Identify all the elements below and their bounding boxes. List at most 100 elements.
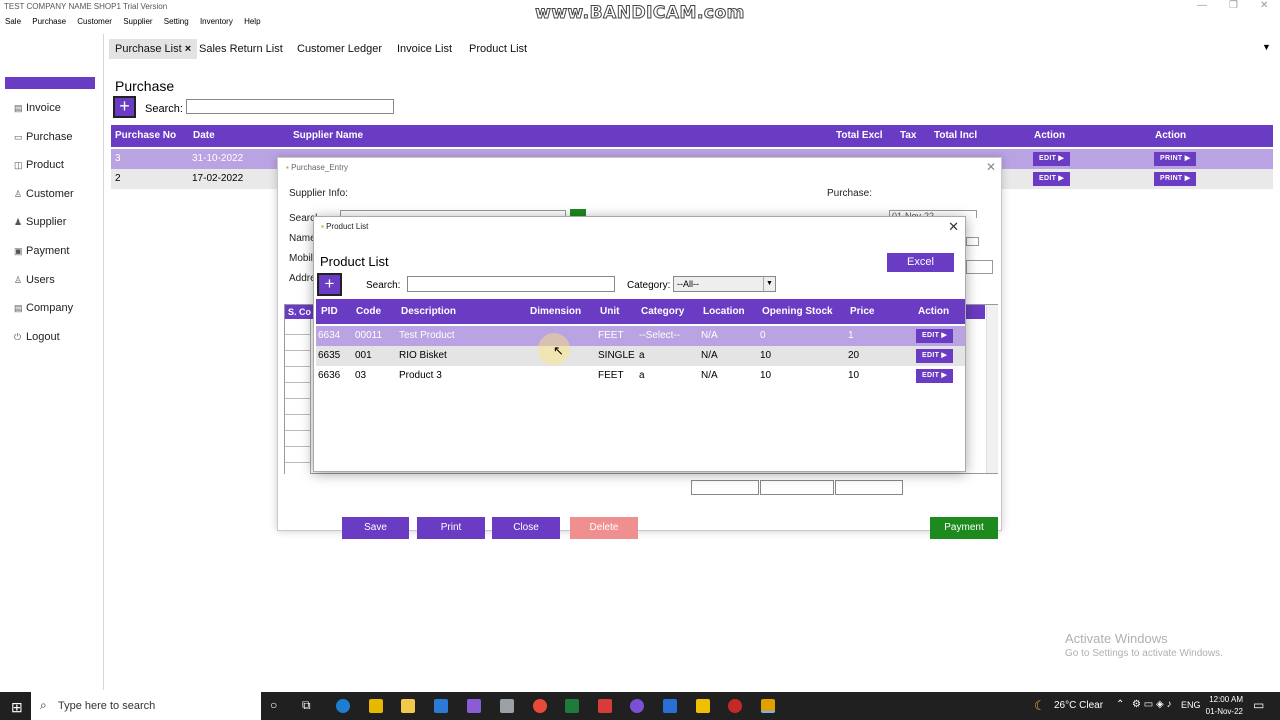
edge-icon[interactable] xyxy=(336,699,350,713)
menu-setting[interactable]: Setting xyxy=(159,15,193,26)
dialog-title: ▪ Product List xyxy=(321,222,369,231)
tab-sales-return-list[interactable]: Sales Return List xyxy=(193,39,289,59)
excel-icon[interactable] xyxy=(565,699,579,713)
weather-text[interactable]: 26°C Clear xyxy=(1054,700,1103,711)
sticky-notes-icon[interactable] xyxy=(696,699,710,713)
notepad-icon[interactable] xyxy=(500,699,514,713)
tab-product-list[interactable]: Product List xyxy=(463,39,533,59)
menu-sale[interactable]: Sale xyxy=(0,15,25,26)
close-icon[interactable]: ✕ xyxy=(948,219,959,235)
chrome-icon[interactable] xyxy=(533,699,547,713)
vertical-scrollbar[interactable] xyxy=(986,305,998,473)
recorder-icon[interactable] xyxy=(728,699,742,713)
edit-button[interactable]: EDIT ▶ xyxy=(1033,172,1071,186)
edit-button[interactable]: EDIT ▶ xyxy=(916,329,954,343)
clock-date[interactable]: 01-Nov-22 xyxy=(1201,707,1243,716)
col-price: Price xyxy=(850,306,875,317)
tab-invoice-list[interactable]: Invoice List xyxy=(391,39,458,59)
product-icon: ◫ xyxy=(14,160,23,170)
cortana-icon[interactable]: ○ xyxy=(270,698,277,712)
save-button[interactable]: Save xyxy=(342,517,409,539)
add-purchase-button[interactable]: + xyxy=(113,96,136,118)
notification-icon[interactable]: ▭ xyxy=(1253,698,1264,712)
tab-customer-ledger[interactable]: Customer Ledger xyxy=(291,39,388,59)
search-label: Search: xyxy=(366,280,401,291)
add-product-button[interactable]: + xyxy=(317,273,342,296)
tray-chevron-icon[interactable]: ⌃ xyxy=(1116,699,1124,710)
row-headers xyxy=(285,319,311,474)
dialog-title: ▪ Purchase_Entry xyxy=(286,163,348,172)
menu-inventory[interactable]: Inventory xyxy=(195,15,237,26)
purchase-label: Purchase: xyxy=(827,188,873,199)
mail-icon[interactable] xyxy=(434,699,448,713)
edit-button[interactable]: EDIT ▶ xyxy=(916,369,954,383)
product-grid-header: PID Code Description Dimension Unit Cate… xyxy=(316,299,965,324)
chevron-down-icon: ▼ xyxy=(763,277,775,291)
visual-studio-icon[interactable] xyxy=(467,699,481,713)
supplier-icon: ♟ xyxy=(14,217,23,227)
windows-start-icon[interactable]: ⊞ xyxy=(11,699,23,716)
category-label: Category: xyxy=(627,280,671,291)
col-action-edit: Action xyxy=(1034,130,1066,141)
plus-icon: + xyxy=(324,274,335,293)
messenger-icon[interactable] xyxy=(630,699,644,713)
close-button[interactable]: Close xyxy=(492,517,560,539)
edit-button[interactable]: EDIT ▶ xyxy=(1033,152,1071,166)
col-date: Date xyxy=(193,130,215,141)
sidebar-accent-bar xyxy=(5,77,95,89)
table-row[interactable]: 6636 03 Product 3 FEET a N/A 10 10 EDIT ▶ xyxy=(316,366,965,386)
tab-dropdown-icon[interactable]: ▼ xyxy=(1262,42,1271,52)
language-indicator[interactable]: ENG xyxy=(1181,700,1201,710)
edit-button[interactable]: EDIT ▶ xyxy=(916,349,954,363)
teams-icon[interactable] xyxy=(663,699,677,713)
sidebar-item-supplier[interactable]: ♟ Supplier xyxy=(14,216,66,228)
task-view-icon[interactable]: ⧉ xyxy=(302,698,311,713)
logout-icon: ⏻ xyxy=(14,332,22,342)
print-button[interactable]: PRINT ▶ xyxy=(1154,172,1197,186)
clock-time[interactable]: 12:00 AM xyxy=(1207,695,1243,704)
col-tax: Tax xyxy=(900,130,917,141)
weather-icon: ☾ xyxy=(1034,698,1046,713)
payment-button[interactable]: Payment xyxy=(930,517,998,539)
app-icon[interactable] xyxy=(598,699,612,713)
sidebar-item-product[interactable]: ◫ Product xyxy=(14,159,64,171)
close-icon[interactable]: ✕ xyxy=(986,160,996,174)
product-list-heading: Product List xyxy=(320,254,389,269)
print-button[interactable]: PRINT ▶ xyxy=(1154,152,1197,166)
col-total-incl: Total Incl xyxy=(934,130,978,141)
col-action-print: Action xyxy=(1155,130,1187,141)
sidebar-item-company[interactable]: ▤ Company xyxy=(14,302,73,314)
search-input[interactable] xyxy=(186,99,394,114)
col-code: Code xyxy=(356,306,381,317)
file-explorer-icon[interactable] xyxy=(401,699,415,713)
sidebar-item-purchase[interactable]: ▭ Purchase xyxy=(14,131,72,143)
menu-supplier[interactable]: Supplier xyxy=(118,15,156,26)
excel-button[interactable]: Excel xyxy=(887,253,954,272)
col-pid: PID xyxy=(321,306,338,317)
menu-help[interactable]: Help xyxy=(239,15,264,26)
category-select[interactable]: --All-- ▼ xyxy=(673,276,776,292)
sidebar-item-users[interactable]: ♙ Users xyxy=(14,274,55,286)
taskbar-search[interactable]: ⌕ Type here to search xyxy=(31,692,261,720)
running-app-icon[interactable] xyxy=(761,699,775,713)
store-icon[interactable] xyxy=(369,699,383,713)
sidebar-item-invoice[interactable]: ▤ Invoice xyxy=(14,102,61,114)
menu-customer[interactable]: Customer xyxy=(72,15,116,26)
tray-icons[interactable]: ⚙ ▭ ◈ ♪ xyxy=(1132,699,1171,710)
delete-button[interactable]: Delete xyxy=(570,517,638,539)
table-row[interactable]: 6635 001 RIO Bisket SINGLE a N/A 10 20 EDIT ▶ xyxy=(316,346,965,366)
mouse-cursor-icon: ↖ xyxy=(553,343,564,358)
sidebar-item-payment[interactable]: ▣ Payment xyxy=(14,245,69,257)
sidebar-item-logout[interactable]: ⏻ Logout xyxy=(14,331,60,343)
tab-purchase-list[interactable]: Purchase List × xyxy=(109,39,198,59)
menu-purchase[interactable]: Purchase xyxy=(27,15,70,26)
sidebar-item-customer[interactable]: ♙ Customer xyxy=(14,188,74,200)
product-search-input[interactable] xyxy=(407,276,615,292)
purchase-field[interactable] xyxy=(966,237,979,246)
print-button[interactable]: Print xyxy=(417,517,485,539)
purchase-field[interactable] xyxy=(966,260,993,274)
table-row[interactable]: 6634 00011 Test Product FEET --Select-- N/A 0 1… xyxy=(316,326,965,346)
item-grid-header-end xyxy=(965,305,985,319)
tab-close-icon[interactable]: × xyxy=(185,43,191,55)
taskbar: ⊞ ⌕ Type here to search ○ ⧉ ☾ 26°C Clear… xyxy=(0,692,1280,720)
